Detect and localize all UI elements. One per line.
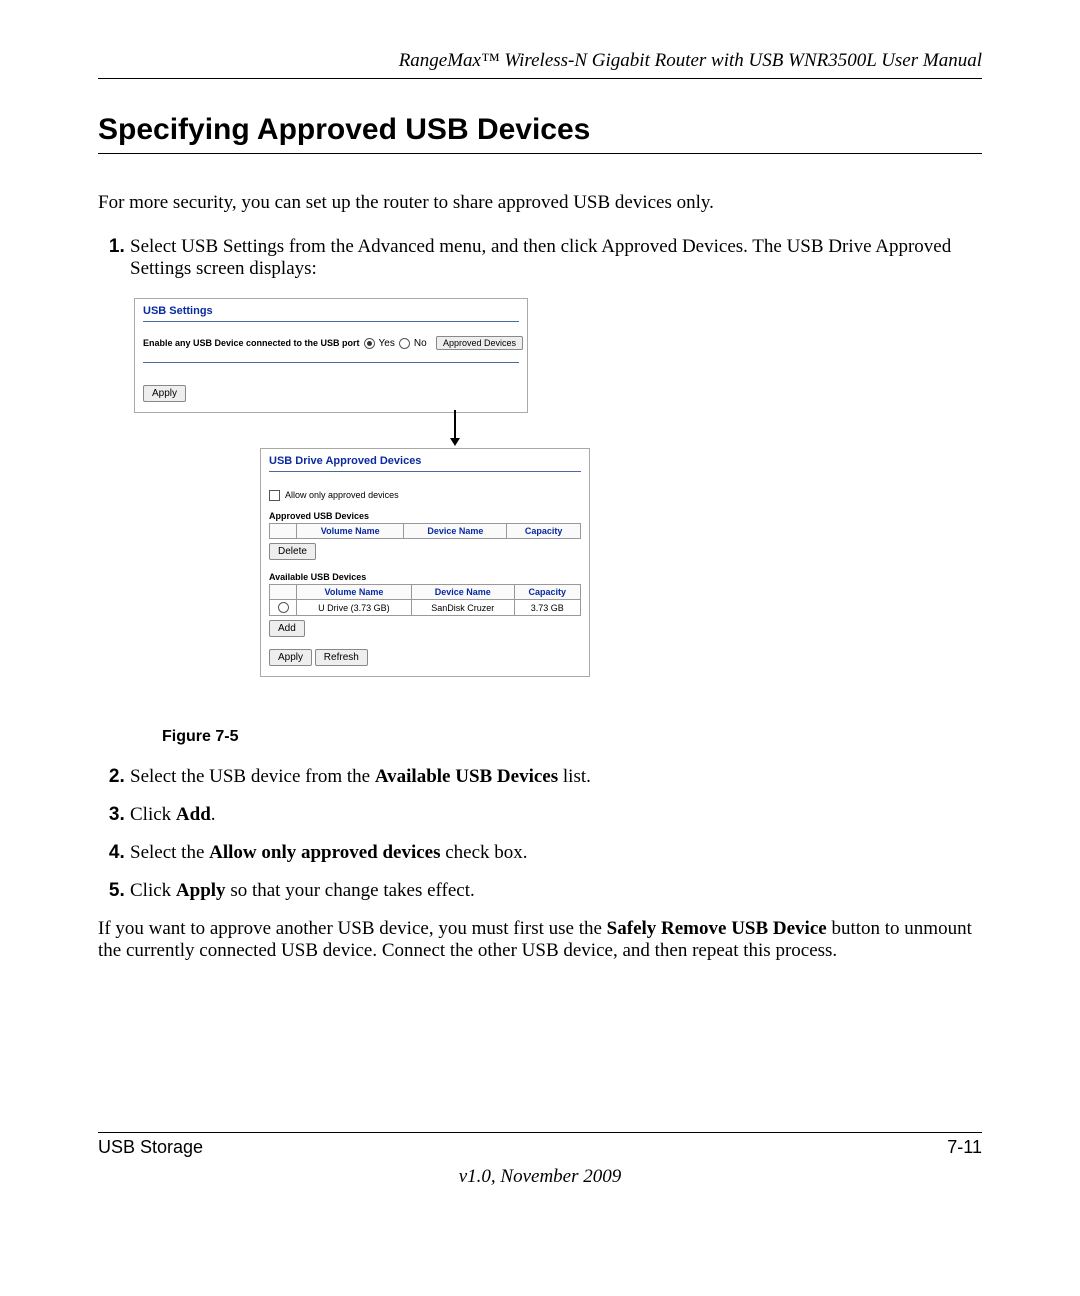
figure-caption: Figure 7-5 <box>162 728 982 746</box>
radio-no-label: No <box>414 338 427 349</box>
approved-col-capacity: Capacity <box>507 524 581 539</box>
section-title: Specifying Approved USB Devices <box>98 113 982 154</box>
step-4: Select the Allow only approved devices c… <box>130 842 982 864</box>
approved-devices-panel: USB Drive Approved Devices Allow only ap… <box>260 448 590 677</box>
row-radio[interactable] <box>278 602 289 613</box>
available-col-device: Device Name <box>411 585 514 600</box>
step-5-text-a: Click <box>130 880 176 901</box>
step-2-text-c: list. <box>558 766 591 787</box>
approved-devices-button[interactable]: Approved Devices <box>436 336 523 350</box>
step-1-text: Select USB Settings from the Advanced me… <box>130 236 951 279</box>
step-3-text-a: Click <box>130 804 176 825</box>
step-4-text-c: check box. <box>441 842 528 863</box>
add-button[interactable]: Add <box>269 620 305 637</box>
usb-settings-apply-button[interactable]: Apply <box>143 385 186 402</box>
approved-panel-title: USB Drive Approved Devices <box>269 455 581 467</box>
note-bold: Safely Remove USB Device <box>607 918 827 939</box>
usb-settings-title: USB Settings <box>135 299 527 321</box>
step-5-bold: Apply <box>176 880 226 901</box>
row-capacity: 3.73 GB <box>514 600 580 616</box>
available-usb-section-label: Available USB Devices <box>269 572 581 582</box>
footer-version: v1.0, November 2009 <box>98 1166 982 1188</box>
running-header: RangeMax™ Wireless-N Gigabit Router with… <box>98 50 982 79</box>
intro-paragraph: For more security, you can set up the ro… <box>98 192 982 214</box>
closing-paragraph: If you want to approve another USB devic… <box>98 918 982 962</box>
step-3-text-c: . <box>211 804 216 825</box>
step-2: Select the USB device from the Available… <box>130 766 982 788</box>
delete-button[interactable]: Delete <box>269 543 316 560</box>
radio-yes[interactable] <box>364 338 375 349</box>
page-footer: USB Storage 7-11 v1.0, November 2009 <box>98 1132 982 1188</box>
available-col-capacity: Capacity <box>514 585 580 600</box>
step-3: Click Add. <box>130 804 982 826</box>
available-col-volume: Volume Name <box>297 585 412 600</box>
allow-only-checkbox[interactable] <box>269 490 280 501</box>
step-4-bold: Allow only approved devices <box>209 842 440 863</box>
radio-yes-label: Yes <box>379 338 395 349</box>
step-1: Select USB Settings from the Advanced me… <box>130 236 982 746</box>
arrow-down-icon <box>454 410 456 444</box>
step-5-text-c: so that your change takes effect. <box>226 880 475 901</box>
figure-7-5: USB Settings Enable any USB Device conne… <box>130 298 982 718</box>
step-2-text-a: Select the USB device from the <box>130 766 375 787</box>
refresh-button[interactable]: Refresh <box>315 649 368 666</box>
enable-usb-label: Enable any USB Device connected to the U… <box>143 338 360 348</box>
step-4-text-a: Select the <box>130 842 209 863</box>
row-device: SanDisk Cruzer <box>411 600 514 616</box>
footer-right: 7-11 <box>947 1137 982 1158</box>
radio-no[interactable] <box>399 338 410 349</box>
footer-left: USB Storage <box>98 1137 203 1158</box>
step-2-bold: Available USB Devices <box>375 766 558 787</box>
available-usb-table: Volume Name Device Name Capacity U Drive… <box>269 584 581 616</box>
allow-only-label: Allow only approved devices <box>285 490 399 500</box>
note-a: If you want to approve another USB devic… <box>98 918 607 939</box>
usb-settings-panel: USB Settings Enable any USB Device conne… <box>134 298 528 413</box>
row-volume: U Drive (3.73 GB) <box>297 600 412 616</box>
approved-usb-table: Volume Name Device Name Capacity <box>269 523 581 539</box>
table-row: U Drive (3.73 GB) SanDisk Cruzer 3.73 GB <box>270 600 581 616</box>
approved-col-volume: Volume Name <box>297 524 404 539</box>
approved-usb-section-label: Approved USB Devices <box>269 511 581 521</box>
approved-col-device: Device Name <box>404 524 507 539</box>
approved-apply-button[interactable]: Apply <box>269 649 312 666</box>
step-3-bold: Add <box>176 804 211 825</box>
step-5: Click Apply so that your change takes ef… <box>130 880 982 902</box>
